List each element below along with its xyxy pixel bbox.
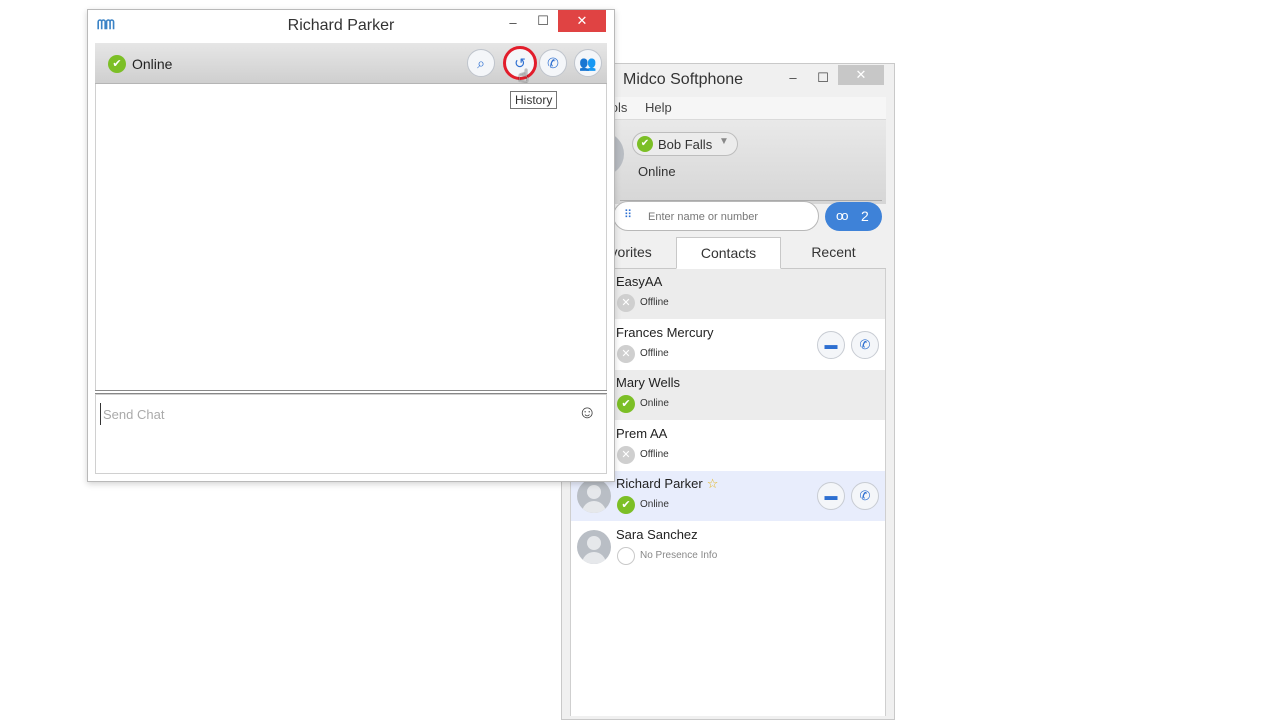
profile-panel: ✔ Bob Falls ▼ Online	[570, 120, 886, 204]
attach-button[interactable]: ⌕	[467, 49, 495, 77]
no-presence-icon	[617, 547, 635, 565]
close-button[interactable]: ✕	[558, 10, 606, 32]
avatar	[577, 479, 611, 513]
chat-input[interactable]	[100, 403, 565, 425]
phone-icon: ✆	[547, 55, 559, 71]
dialpad-icon[interactable]: ⠿	[624, 208, 632, 221]
star-icon[interactable]: ☆	[707, 476, 719, 491]
tab-bar: Favorites Contacts Recent	[570, 237, 886, 269]
online-status-icon: ✔	[617, 496, 635, 514]
online-status-icon: ✔	[637, 136, 653, 152]
chat-messages-pane	[95, 84, 607, 391]
contact-name: Mary Wells	[616, 375, 681, 390]
contact-row[interactable]: Mary Wells ✔ Online	[571, 370, 885, 420]
chat-window: ᗰᗰ Richard Parker – ☐ ✕ ✔ Online ⌕ ↺ ✆ 👥…	[87, 9, 615, 482]
offline-status-icon: ✕	[617, 294, 635, 312]
voicemail-icon: oo	[836, 208, 849, 223]
contact-row[interactable]: EasyAA ✕ Offline	[571, 269, 885, 319]
call-button[interactable]: ✆	[851, 482, 879, 510]
user-name: Bob Falls	[658, 137, 713, 152]
chat-toolbar: ✔ Online ⌕ ↺ ✆ 👥	[95, 43, 607, 84]
contact-name: Frances Mercury	[616, 325, 714, 340]
emoji-icon[interactable]: ☺	[578, 402, 596, 423]
user-status-text: Online	[638, 164, 676, 179]
contact-status: No Presence Info	[640, 550, 718, 561]
contact-row[interactable]: Prem AA ✕ Offline	[571, 421, 885, 471]
online-status-icon: ✔	[108, 55, 126, 73]
chat-button[interactable]: ▬	[817, 331, 845, 359]
offline-status-icon: ✕	[617, 345, 635, 363]
add-contact-icon: 👥	[579, 55, 597, 71]
minimize-button[interactable]: –	[778, 68, 808, 88]
contact-name: EasyAA	[616, 274, 663, 289]
contact-row[interactable]: Frances Mercury ✕ Offline ▬ ✆	[571, 320, 885, 370]
maximize-button[interactable]: ☐	[808, 68, 838, 88]
contact-name: Prem AA	[616, 426, 668, 441]
mouse-cursor-icon: ☝	[518, 66, 529, 86]
chat-icon: ▬	[824, 337, 838, 352]
paperclip-icon: ⌕	[477, 55, 485, 71]
menu-help[interactable]: Help	[645, 100, 672, 115]
avatar	[577, 530, 611, 564]
contact-list: EasyAA ✕ Offline Frances Mercury ✕ Offli…	[570, 269, 886, 716]
minimize-button[interactable]: –	[498, 13, 528, 33]
chat-compose-area: ☺	[95, 394, 607, 474]
chevron-down-icon: ▼	[719, 136, 729, 147]
contact-status: Offline	[640, 449, 669, 460]
chat-status-text: Online	[132, 56, 173, 72]
contact-name-text: Richard Parker	[616, 476, 703, 491]
contact-status: Online	[640, 398, 669, 409]
contact-name: Richard Parker ☆	[616, 476, 718, 492]
maximize-button[interactable]: ☐	[528, 11, 558, 31]
chat-icon: ▬	[824, 488, 838, 503]
close-button[interactable]: ✕	[838, 65, 884, 85]
voicemail-button[interactable]: oo 2	[825, 202, 882, 231]
call-button[interactable]: ✆	[851, 331, 879, 359]
tab-contacts[interactable]: Contacts	[676, 237, 781, 269]
online-status-icon: ✔	[617, 395, 635, 413]
chat-button[interactable]: ▬	[817, 482, 845, 510]
phone-icon: ✆	[859, 337, 871, 352]
search-input[interactable]	[646, 207, 810, 227]
call-button[interactable]: ✆	[539, 49, 567, 77]
softphone-title: Midco Softphone	[623, 71, 744, 88]
add-participant-button[interactable]: 👥	[574, 49, 602, 77]
tab-recent[interactable]: Recent	[781, 237, 886, 268]
contact-row[interactable]: Sara Sanchez No Presence Info	[571, 522, 885, 572]
contact-row[interactable]: Richard Parker ☆ ✔ Online ▬ ✆	[571, 471, 885, 521]
chat-titlebar: ᗰᗰ Richard Parker – ☐ ✕	[88, 10, 614, 42]
contact-status: Offline	[640, 297, 669, 308]
contact-status: Online	[640, 499, 669, 510]
phone-icon: ✆	[859, 488, 871, 503]
contact-name: Sara Sanchez	[616, 527, 698, 542]
tooltip: History	[510, 91, 558, 109]
voicemail-count: 2	[861, 208, 869, 224]
search-field[interactable]: ⠿	[613, 201, 819, 231]
offline-status-icon: ✕	[617, 446, 635, 464]
user-presence-dropdown[interactable]: ✔ Bob Falls ▼	[632, 132, 738, 156]
contact-status: Offline	[640, 348, 669, 359]
